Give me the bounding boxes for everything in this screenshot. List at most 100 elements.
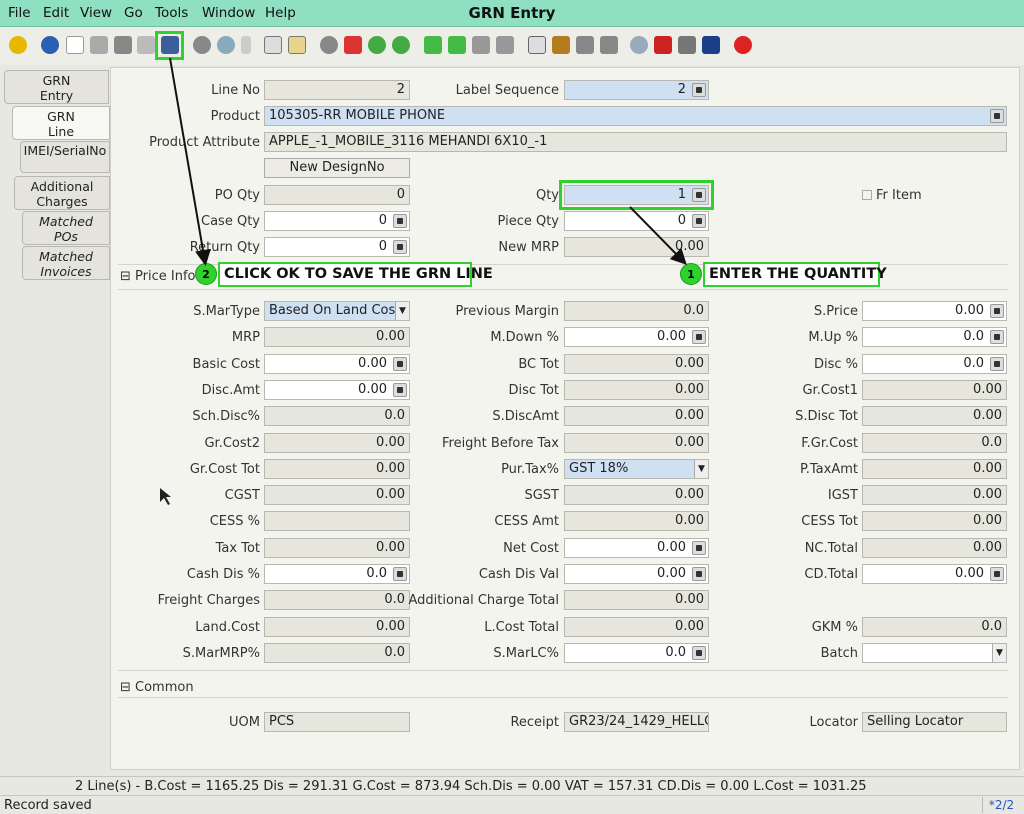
- print-icon[interactable]: [576, 36, 594, 54]
- piece-qty-field[interactable]: 0: [564, 211, 709, 231]
- tab-matched-pos[interactable]: Matched POs: [22, 211, 110, 245]
- line-no-field[interactable]: 2: [264, 80, 410, 100]
- spinner-icon[interactable]: [692, 330, 706, 345]
- chevron-down-icon[interactable]: ▼: [694, 459, 708, 478]
- gr-cost2-field[interactable]: 0.00: [264, 432, 410, 453]
- new-mrp-field[interactable]: 0.00: [564, 237, 709, 257]
- refresh-icon[interactable]: [193, 36, 211, 54]
- l-cost-total-field[interactable]: 0.00: [564, 616, 709, 637]
- cess-tot-field[interactable]: 0.00: [862, 511, 1007, 532]
- spinner-icon[interactable]: [692, 540, 706, 555]
- spinner-icon[interactable]: [692, 214, 706, 228]
- common-section[interactable]: ⊟ Common: [120, 680, 194, 695]
- cgst-field[interactable]: 0.00: [264, 485, 410, 506]
- uom-field[interactable]: PCS: [264, 712, 410, 732]
- freight-charges-field[interactable]: 0.0: [264, 590, 410, 611]
- basic-cost-field[interactable]: 0.00: [264, 353, 410, 374]
- print-preview-icon[interactable]: [600, 36, 618, 54]
- land-cost-field[interactable]: 0.00: [264, 616, 410, 637]
- product-lookup-icon[interactable]: [990, 109, 1004, 123]
- parent-icon[interactable]: [344, 36, 362, 54]
- additional-charge-total-field[interactable]: 0.00: [564, 590, 709, 611]
- spinner-icon[interactable]: [990, 356, 1004, 371]
- spinner-icon[interactable]: [393, 567, 407, 581]
- delete-selection-icon[interactable]: [137, 36, 155, 54]
- s-discamt-field[interactable]: 0.00: [564, 406, 709, 427]
- price-info-section[interactable]: ⊟ Price Info: [120, 269, 195, 284]
- find-icon[interactable]: [217, 36, 235, 54]
- gr-cost1-field[interactable]: 0.00: [862, 379, 1007, 400]
- p-taxamt-field[interactable]: 0.00: [862, 458, 1007, 479]
- previous-margin-field[interactable]: 0.0: [564, 301, 709, 321]
- zoom-across-icon[interactable]: [630, 36, 648, 54]
- f-gr-cost-field[interactable]: 0.0: [862, 432, 1007, 453]
- first-icon[interactable]: [424, 36, 442, 54]
- new-icon[interactable]: [66, 36, 84, 54]
- cess-pct-field[interactable]: [264, 511, 410, 532]
- chevron-down-icon[interactable]: ▼: [395, 302, 409, 320]
- nc-total-field[interactable]: 0.00: [862, 537, 1007, 558]
- delete-icon[interactable]: [114, 36, 132, 54]
- report-icon[interactable]: [528, 36, 546, 54]
- home-icon[interactable]: [320, 36, 338, 54]
- spinner-icon[interactable]: [990, 567, 1004, 581]
- tab-grn-line[interactable]: GRN Line: [12, 106, 110, 140]
- mrp-field[interactable]: 0.00: [264, 327, 410, 348]
- spinner-icon[interactable]: [692, 645, 706, 660]
- last-icon[interactable]: [496, 36, 514, 54]
- tab-imei-serialno[interactable]: IMEI/SerialNo: [20, 141, 110, 173]
- case-qty-field[interactable]: 0: [264, 211, 410, 231]
- disc-amt-field[interactable]: 0.00: [264, 379, 410, 400]
- tab-grn-entry[interactable]: GRN Entry: [4, 70, 109, 104]
- spinner-icon[interactable]: [692, 83, 706, 97]
- net-cost-field[interactable]: 0.00: [564, 537, 709, 558]
- next-icon[interactable]: [392, 36, 410, 54]
- spinner-icon[interactable]: [990, 330, 1004, 345]
- fr-item-checkbox[interactable]: [862, 190, 872, 200]
- record-indicator[interactable]: *2/2: [982, 797, 1020, 813]
- prev-record-icon[interactable]: [448, 36, 466, 54]
- process-icon[interactable]: [678, 36, 696, 54]
- workflow-icon[interactable]: [654, 36, 672, 54]
- spinner-icon[interactable]: [393, 214, 407, 228]
- m-down-field[interactable]: 0.00: [564, 327, 709, 348]
- label-sequence-field[interactable]: 2: [564, 80, 709, 100]
- s-martype-field[interactable]: Based On Land Cost ▼: [264, 301, 410, 321]
- history-icon[interactable]: [288, 36, 306, 54]
- archive-icon[interactable]: [552, 36, 570, 54]
- spinner-icon[interactable]: [393, 382, 407, 397]
- cess-amt-field[interactable]: 0.00: [564, 511, 709, 532]
- return-qty-field[interactable]: 0: [264, 237, 410, 257]
- chevron-down-icon[interactable]: ▼: [992, 643, 1006, 662]
- disc-tot-field[interactable]: 0.00: [564, 379, 709, 400]
- receipt-field[interactable]: GR23/24_1429_HELLC: [564, 712, 709, 732]
- gkm-pct-field[interactable]: 0.0: [862, 616, 1007, 637]
- m-up-field[interactable]: 0.0: [862, 327, 1007, 348]
- s-marmrp-field[interactable]: 0.0: [264, 642, 410, 663]
- sgst-field[interactable]: 0.00: [564, 485, 709, 506]
- bc-tot-field[interactable]: 0.00: [564, 353, 709, 374]
- product-info-icon[interactable]: [702, 36, 720, 54]
- chat-icon[interactable]: [264, 36, 282, 54]
- freight-before-tax-field[interactable]: 0.00: [564, 432, 709, 453]
- tab-additional-charges[interactable]: Additional Charges: [14, 176, 110, 210]
- tab-matched-invoices[interactable]: Matched Invoices: [22, 246, 110, 280]
- s-price-field[interactable]: 0.00: [862, 301, 1007, 321]
- copy-icon[interactable]: [90, 36, 108, 54]
- product-attribute-field[interactable]: APPLE_-1_MOBILE_3116 MEHANDI 6X10_-1: [264, 132, 1007, 152]
- s-marlc-field[interactable]: 0.0: [564, 642, 709, 663]
- disc-pct-field[interactable]: 0.0: [862, 353, 1007, 374]
- cash-dis-val-field[interactable]: 0.00: [564, 564, 709, 584]
- exit-icon[interactable]: [734, 36, 752, 54]
- batch-field[interactable]: ▼: [862, 642, 1007, 663]
- cash-dis-pct-field[interactable]: 0.0: [264, 564, 410, 584]
- undo-icon[interactable]: [9, 36, 27, 54]
- cd-total-field[interactable]: 0.00: [862, 564, 1007, 584]
- help-icon[interactable]: [41, 36, 59, 54]
- locator-field[interactable]: Selling Locator: [862, 712, 1007, 732]
- tax-tot-field[interactable]: 0.00: [264, 537, 410, 558]
- spinner-icon[interactable]: [393, 240, 407, 254]
- gr-cost-tot-field[interactable]: 0.00: [264, 458, 410, 479]
- previous-icon[interactable]: [368, 36, 386, 54]
- po-qty-field[interactable]: 0: [264, 185, 410, 205]
